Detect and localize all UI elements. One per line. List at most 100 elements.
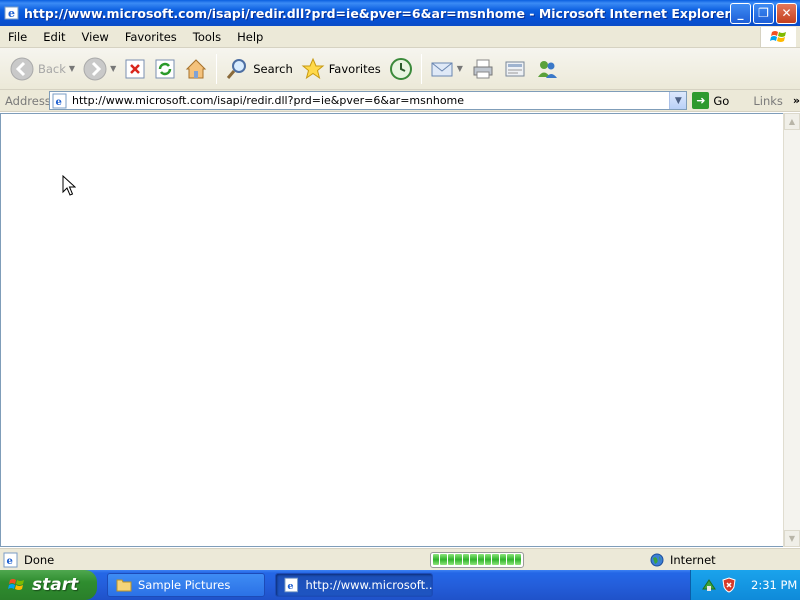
forward-button[interactable]: ▼ — [79, 51, 120, 87]
search-icon — [227, 58, 247, 79]
search-button[interactable]: Search — [221, 51, 297, 87]
mail-dropdown-icon[interactable]: ▼ — [457, 64, 463, 73]
progress-segment — [455, 554, 462, 565]
status-bar: e Done Internet — [0, 548, 800, 570]
standard-toolbar: Back ▼ ▼ Search Favorites ▼ — [0, 48, 800, 90]
progress-segment — [477, 554, 484, 565]
home-icon — [186, 58, 207, 78]
task-internet-explorer[interactable]: e http://www.microsoft... — [275, 573, 433, 597]
progress-segment — [499, 554, 507, 565]
menu-help[interactable]: Help — [229, 30, 271, 44]
back-label: Back — [38, 61, 66, 76]
status-text: Done — [24, 552, 55, 567]
print-button[interactable] — [467, 51, 499, 87]
refresh-button[interactable] — [150, 51, 180, 87]
menu-edit[interactable]: Edit — [35, 30, 73, 44]
back-arrow-icon — [10, 57, 34, 80]
title-bar[interactable]: e http://www.microsoft.com/isapi/redir.d… — [0, 0, 800, 26]
progress-bar — [430, 551, 524, 568]
links-label[interactable]: Links — [753, 94, 783, 108]
favorites-star-icon — [301, 57, 325, 79]
back-dropdown-icon[interactable]: ▼ — [69, 64, 75, 73]
printer-icon — [473, 59, 493, 78]
vertical-scrollbar[interactable]: ▲ ▼ — [783, 113, 800, 547]
page-done-icon: e — [3, 552, 18, 567]
progress-segment — [484, 554, 492, 565]
menu-bar: File Edit View Favorites Tools Help — [0, 26, 800, 48]
toolbar-separator — [216, 53, 218, 84]
home-button[interactable] — [180, 51, 212, 87]
ie-task-icon: e — [284, 577, 299, 593]
minimize-button[interactable]: _ — [730, 2, 751, 24]
close-button[interactable]: ✕ — [776, 2, 797, 24]
history-icon — [389, 57, 412, 80]
task-sample-pictures[interactable]: Sample Pictures — [107, 573, 265, 597]
go-button[interactable]: ➜ Go — [692, 92, 729, 109]
address-label: Address — [5, 93, 51, 108]
security-shield-icon[interactable] — [721, 577, 737, 593]
mail-icon — [431, 62, 453, 76]
svg-text:e: e — [8, 7, 15, 20]
scroll-up-icon[interactable]: ▲ — [784, 113, 800, 130]
favorites-label: Favorites — [328, 61, 381, 76]
menu-file[interactable]: File — [0, 30, 35, 44]
window-title: http://www.microsoft.com/isapi/redir.dll… — [24, 5, 730, 21]
globe-icon — [650, 553, 664, 566]
windows-flag-icon — [760, 27, 796, 47]
forward-dropdown-icon[interactable]: ▼ — [110, 64, 116, 73]
menu-favorites[interactable]: Favorites — [117, 30, 185, 44]
svg-text:e: e — [56, 97, 62, 108]
progress-segment — [470, 554, 477, 565]
favorites-button[interactable]: Favorites — [297, 51, 385, 87]
page-content[interactable] — [0, 113, 783, 547]
security-zone: Internet — [650, 553, 716, 567]
go-arrow-icon: ➜ — [692, 92, 710, 109]
progress-segment — [433, 554, 440, 565]
progress-segment — [514, 554, 522, 565]
progress-segment — [440, 554, 447, 565]
progress-segment — [462, 554, 470, 565]
windows-logo-icon — [8, 579, 24, 590]
system-tray: 2:31 PM — [690, 570, 800, 600]
mouse-cursor-icon — [62, 175, 76, 196]
start-label: start — [32, 575, 79, 595]
menu-tools[interactable]: Tools — [185, 30, 229, 44]
menu-view[interactable]: View — [74, 30, 117, 44]
edit-button[interactable] — [499, 51, 531, 87]
mail-button[interactable]: ▼ — [426, 51, 467, 87]
stop-button[interactable] — [120, 51, 150, 87]
toolbar-separator — [420, 53, 422, 84]
start-button[interactable]: start — [0, 570, 97, 600]
progress-segment — [447, 554, 455, 565]
stop-icon — [125, 59, 145, 78]
clock[interactable]: 2:31 PM — [751, 578, 797, 592]
progress-segment — [492, 554, 499, 565]
progress-segment — [507, 554, 514, 565]
messenger-people-icon — [537, 60, 557, 78]
minimize-icon: _ — [737, 6, 744, 20]
back-button[interactable]: Back ▼ — [6, 51, 79, 87]
svg-text:e: e — [287, 581, 293, 592]
ie-page-icon: e — [52, 93, 67, 108]
forward-arrow-icon — [83, 57, 107, 80]
address-url: http://www.microsoft.com/isapi/redir.dll… — [72, 94, 465, 107]
maximize-button[interactable]: ❐ — [753, 2, 774, 24]
address-dropdown-icon[interactable]: ▼ — [669, 92, 687, 109]
refresh-icon — [155, 59, 175, 78]
task-label: Sample Pictures — [138, 578, 231, 592]
task-label: http://www.microsoft... — [305, 578, 433, 592]
links-chevron-icon[interactable]: » — [793, 94, 800, 107]
address-bar: Address e http://www.microsoft.com/isapi… — [0, 90, 800, 112]
history-button[interactable] — [385, 51, 417, 87]
zone-label: Internet — [670, 552, 716, 567]
close-icon: ✕ — [781, 6, 792, 20]
folder-icon — [116, 579, 132, 592]
network-icon[interactable] — [701, 577, 717, 593]
restore-icon: ❐ — [758, 6, 769, 20]
go-label: Go — [713, 93, 730, 108]
messenger-button[interactable] — [531, 51, 563, 87]
search-label: Search — [253, 61, 293, 76]
address-input[interactable]: e http://www.microsoft.com/isapi/redir.d… — [49, 91, 688, 110]
svg-text:e: e — [7, 556, 13, 567]
scroll-down-icon[interactable]: ▼ — [784, 530, 800, 547]
